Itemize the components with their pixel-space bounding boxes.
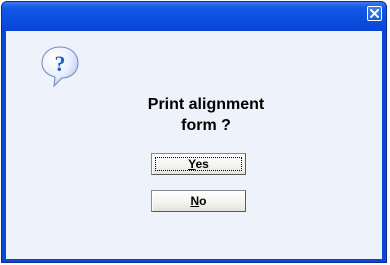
yes-button[interactable]: Yes	[151, 153, 246, 175]
message-line-2: form ?	[181, 117, 231, 134]
yes-button-label: Yes	[188, 157, 209, 171]
dialog-message: Print alignment form ?	[86, 94, 326, 136]
dialog-body: ? Print alignment form ? Yes No	[6, 31, 382, 259]
title-bar[interactable]	[2, 2, 386, 31]
no-button[interactable]: No	[151, 190, 246, 212]
no-label-rest: o	[199, 194, 207, 208]
close-icon	[370, 9, 379, 18]
svg-text:?: ?	[55, 51, 66, 76]
no-button-label: No	[190, 194, 206, 208]
yes-label-rest: es	[195, 157, 209, 171]
no-mnemonic: N	[190, 194, 200, 208]
close-button[interactable]	[367, 6, 382, 21]
message-line-1: Print alignment	[147, 96, 265, 113]
dialog-window: ? Print alignment form ? Yes No	[1, 1, 387, 263]
help-question-icon: ?	[41, 46, 79, 88]
